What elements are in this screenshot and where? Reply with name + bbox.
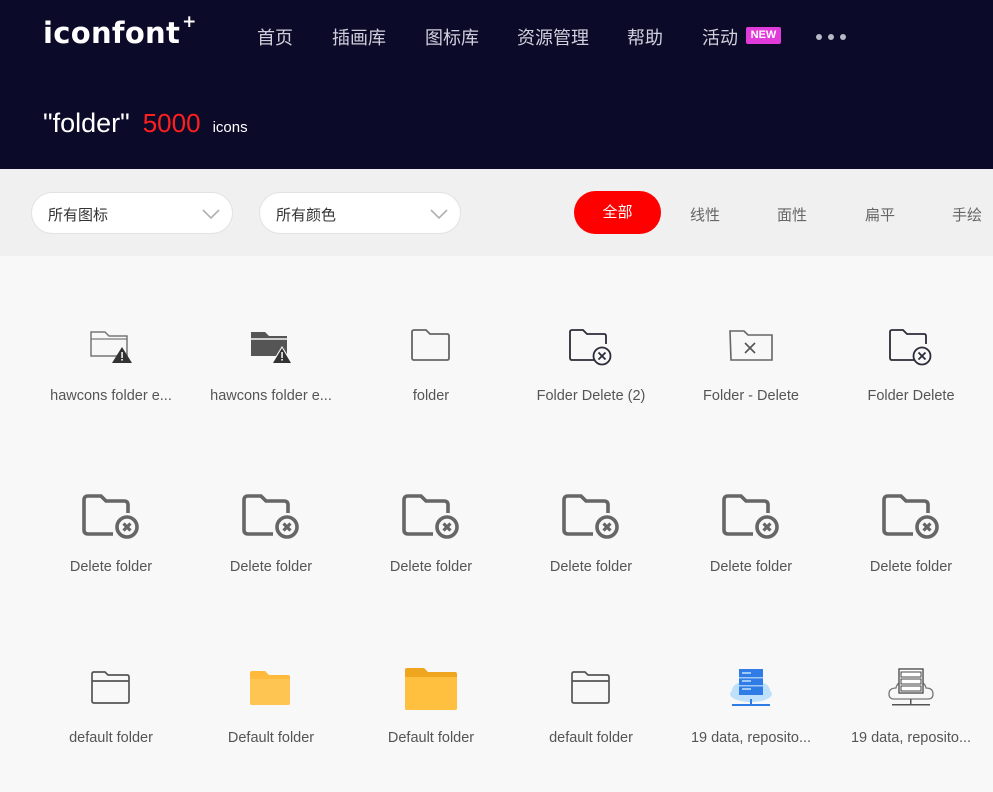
nav-events[interactable]: 活动 [702, 24, 738, 50]
folder-delete-bold-icon [716, 492, 786, 542]
color-select[interactable]: 所有颜色 [259, 192, 461, 234]
icon-name: hawcons folder e... [50, 388, 172, 404]
folder-delete-bold-icon [76, 492, 146, 542]
color-select-value: 所有颜色 [276, 207, 337, 224]
nav-illustrations[interactable]: 插画库 [332, 24, 386, 50]
chevron-down-icon [430, 209, 448, 220]
folder-simple-outline-icon [556, 663, 626, 713]
iconfont-logo[interactable]: iconfont + [43, 12, 197, 50]
icon-card[interactable]: default folder [511, 663, 671, 792]
icon-name: Delete folder [229, 559, 313, 575]
icon-name: Delete folder [389, 559, 473, 575]
icon-name: default folder [69, 730, 153, 746]
icon-card[interactable]: Folder Delete [831, 321, 991, 461]
folder-outline-icon [396, 321, 466, 371]
folder-delete-bold-icon [556, 492, 626, 542]
icon-card[interactable]: Folder Delete (2) [511, 321, 671, 461]
icon-name: Delete folder [869, 559, 953, 575]
search-query: "folder" [43, 108, 130, 138]
icon-name: Delete folder [709, 559, 793, 575]
style-tab-all[interactable]: 全部 [574, 191, 661, 234]
folder-delete-icon [876, 321, 946, 371]
icon-name: 19 data, reposito... [850, 730, 972, 746]
top-header: iconfont + 首页 插画库 图标库 资源管理 帮助 活动 NEW "fol… [0, 0, 993, 169]
folder-x-icon [716, 321, 786, 371]
icon-card[interactable]: Delete folder [351, 492, 511, 632]
icon-card[interactable]: Default folder [351, 663, 511, 792]
cloud-server-blue-icon [716, 663, 786, 713]
search-result-title: "folder" 5000 icons [43, 108, 248, 139]
folder-delete-icon [556, 321, 626, 371]
folder-delete-bold-icon [396, 492, 466, 542]
icon-card[interactable]: Default folder [191, 663, 351, 792]
style-tab-line[interactable]: 线性 [690, 204, 720, 225]
nav-home[interactable]: 首页 [257, 24, 293, 50]
icon-card[interactable]: default folder [31, 663, 191, 792]
icon-type-select-value: 所有图标 [48, 207, 109, 224]
nav-resource-management[interactable]: 资源管理 [517, 24, 589, 50]
icon-card[interactable]: Delete folder [671, 492, 831, 632]
nav-help[interactable]: 帮助 [627, 24, 663, 50]
icon-card[interactable]: 19 data, reposito... [671, 663, 831, 792]
icon-card[interactable]: hawcons folder e... [191, 321, 351, 461]
style-tab-hand-drawn[interactable]: 手绘 [952, 204, 982, 225]
icon-name: hawcons folder e... [210, 388, 332, 404]
icon-name: Delete folder [549, 559, 633, 575]
icon-name: Default folder [387, 730, 475, 746]
icon-card[interactable]: hawcons folder e... [31, 321, 191, 461]
folder-delete-bold-icon [876, 492, 946, 542]
icon-name: Folder - Delete [703, 388, 799, 404]
more-dots-icon[interactable] [816, 28, 856, 46]
icon-card[interactable]: 19 data, reposito... [831, 663, 991, 792]
icon-card[interactable]: Delete folder [511, 492, 671, 632]
icon-card[interactable]: folder [351, 321, 511, 461]
result-unit: icons [212, 119, 248, 136]
icon-card[interactable]: Folder - Delete [671, 321, 831, 461]
icon-name: Default folder [227, 730, 315, 746]
style-tab-fill[interactable]: 面性 [777, 204, 807, 225]
folder-warning-filled-icon [236, 321, 306, 371]
new-badge: NEW [746, 27, 781, 44]
folder-warning-outline-icon [76, 321, 146, 371]
chevron-down-icon [202, 209, 220, 220]
folder-yellow-large-icon [396, 663, 466, 713]
filter-bar: 所有图标 所有颜色 全部 线性 面性 扁平 手绘 [0, 169, 993, 256]
nav-icon-library[interactable]: 图标库 [425, 24, 479, 50]
folder-yellow-icon [236, 663, 306, 713]
icon-name: default folder [549, 730, 633, 746]
icon-name: Delete folder [69, 559, 153, 575]
icon-type-select[interactable]: 所有图标 [31, 192, 233, 234]
icon-name: folder [412, 388, 450, 404]
style-tab-flat[interactable]: 扁平 [865, 204, 895, 225]
icon-name: Folder Delete (2) [536, 388, 646, 404]
folder-delete-bold-icon [236, 492, 306, 542]
cloud-server-outline-icon [876, 663, 946, 713]
folder-simple-outline-icon [76, 663, 146, 713]
icon-card[interactable]: Delete folder [831, 492, 991, 632]
icon-name: 19 data, reposito... [690, 730, 812, 746]
icon-result-grid: hawcons folder e... hawcons folder e... … [0, 256, 993, 792]
icon-card[interactable]: Delete folder [31, 492, 191, 632]
icon-card[interactable]: Delete folder [191, 492, 351, 632]
result-count: 5000 [142, 108, 201, 138]
icon-name: Folder Delete [867, 388, 955, 404]
